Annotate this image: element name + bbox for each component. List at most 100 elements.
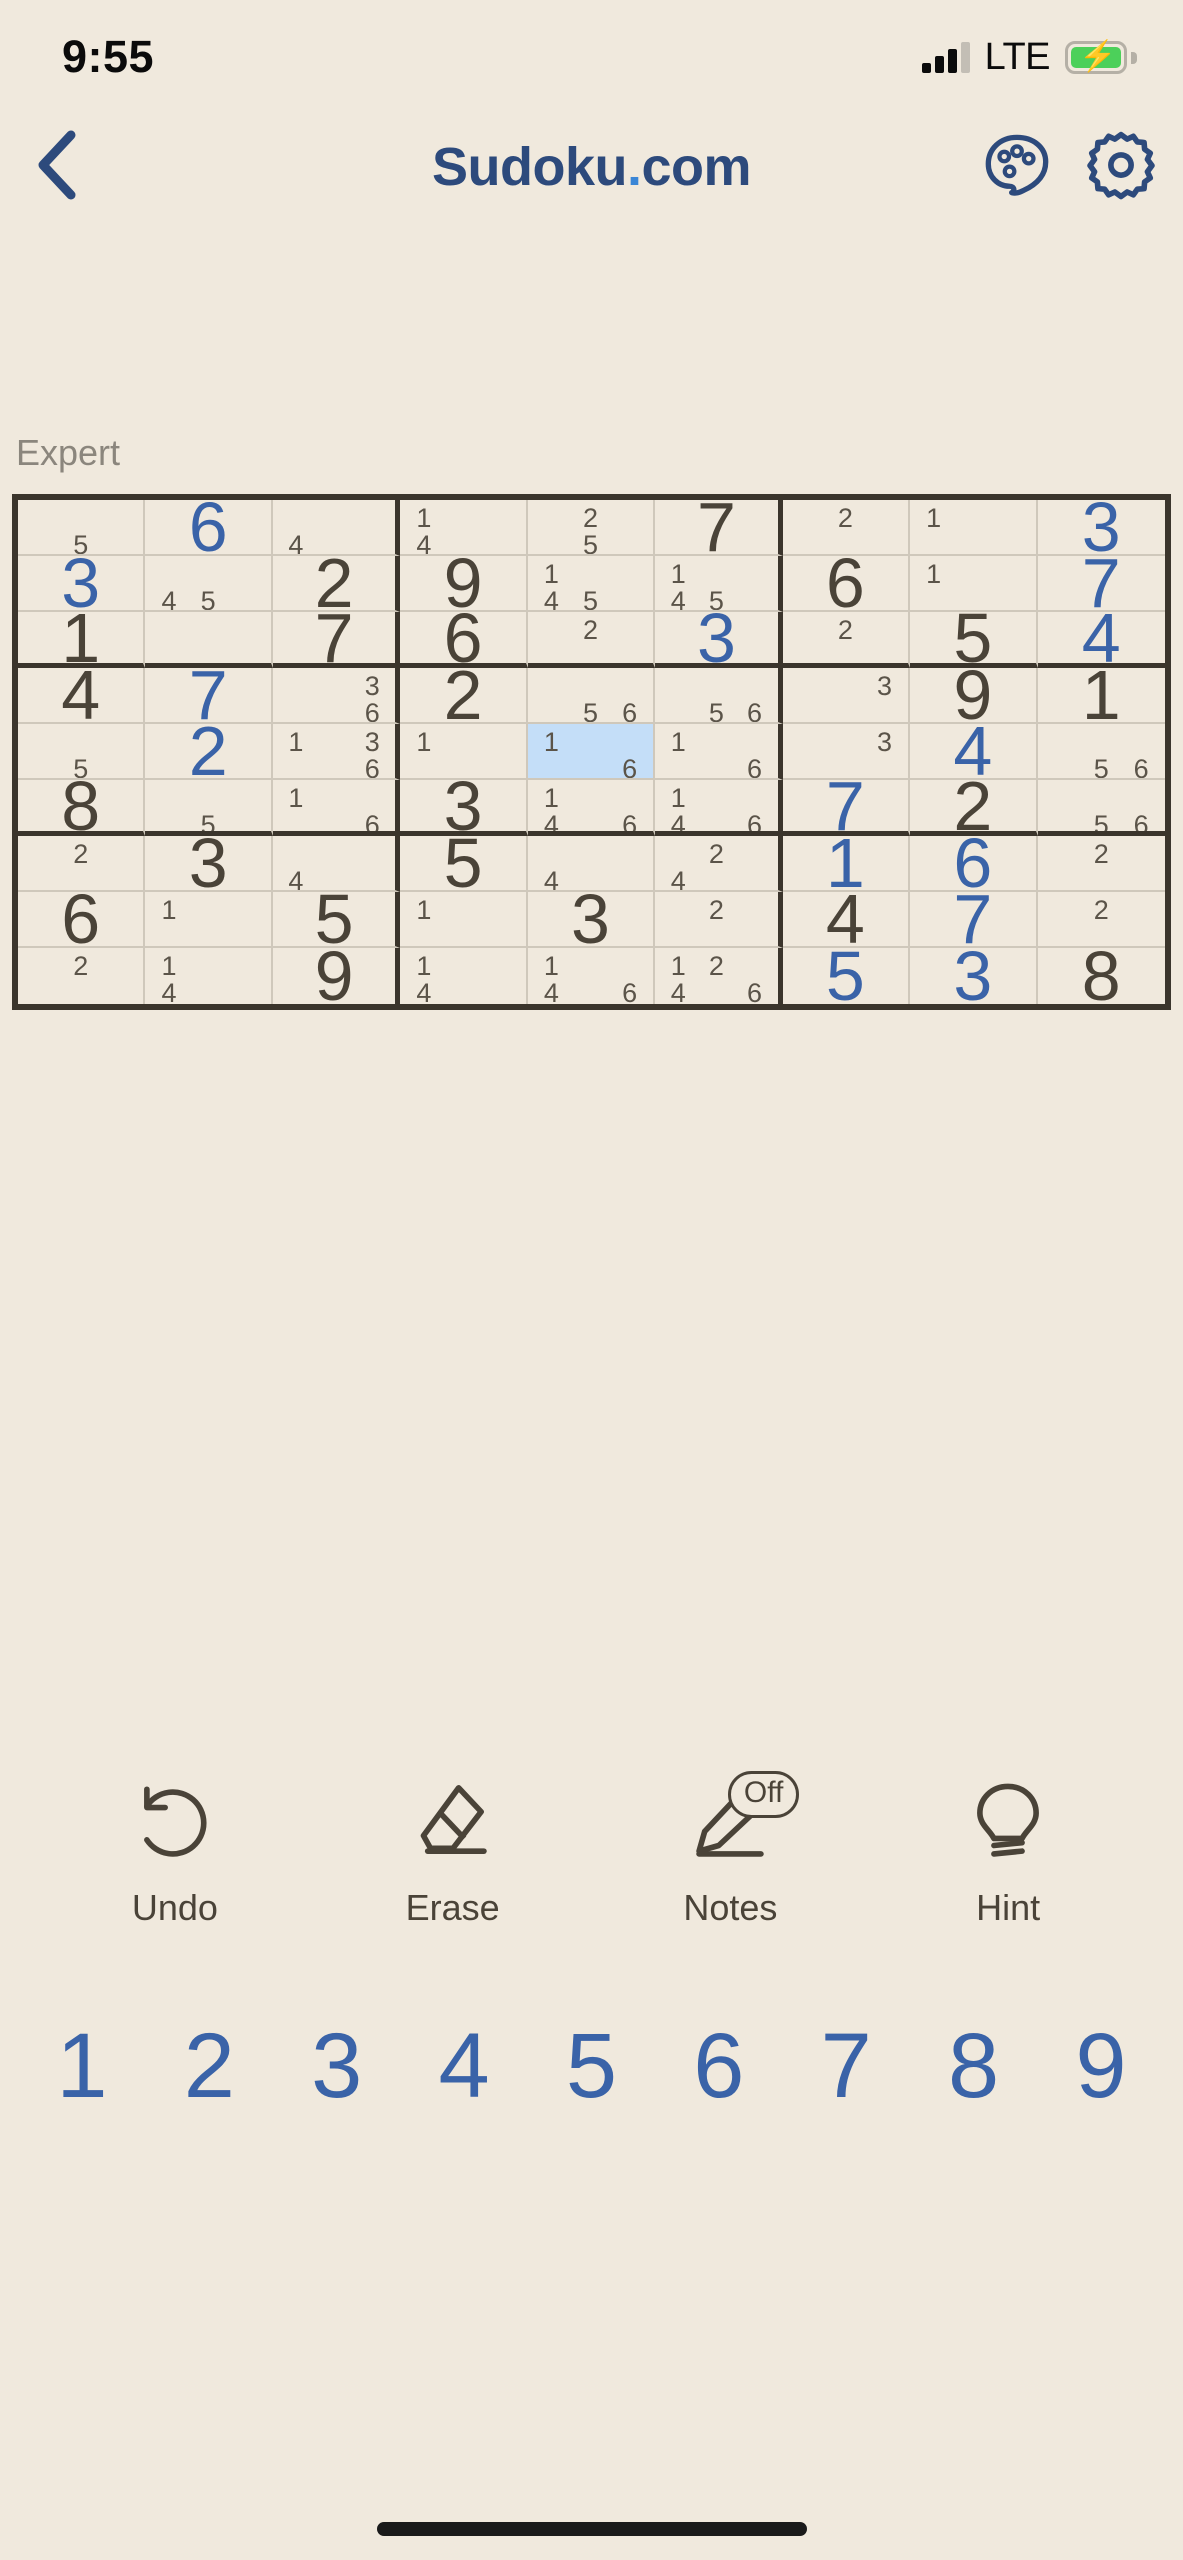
numpad-button-1[interactable]: 1: [28, 2020, 136, 2112]
sudoku-cell-r3c6[interactable]: 3: [655, 612, 783, 668]
sudoku-cell-r6c6[interactable]: 123456789: [655, 780, 783, 836]
erase-button[interactable]: Erase: [353, 1775, 553, 1929]
sudoku-cell-r1c3[interactable]: 123456789: [272, 500, 401, 556]
sudoku-cell-r6c3[interactable]: 123456789: [272, 780, 401, 836]
sudoku-cell-r2c6[interactable]: 123456789: [655, 556, 783, 612]
sudoku-cell-r9c2[interactable]: 123456789: [145, 948, 273, 1004]
numpad-button-8[interactable]: 8: [920, 2020, 1028, 2112]
sudoku-cell-r2c9[interactable]: 7: [1037, 556, 1165, 612]
sudoku-cell-r8c8[interactable]: 7: [910, 892, 1038, 948]
sudoku-cell-r9c5[interactable]: 123456789: [527, 948, 656, 1004]
sudoku-cell-r3c4[interactable]: 6: [400, 612, 528, 668]
numpad-button-6[interactable]: 6: [665, 2020, 773, 2112]
sudoku-cell-r1c8[interactable]: 123456789: [910, 500, 1038, 556]
sudoku-cell-r7c6[interactable]: 123456789: [655, 836, 783, 892]
sudoku-cell-r1c6[interactable]: 7: [655, 500, 783, 556]
sudoku-cell-r5c5[interactable]: 123456789: [527, 724, 656, 780]
sudoku-cell-r5c7[interactable]: 123456789: [782, 724, 911, 780]
sudoku-cell-r9c7[interactable]: 5: [782, 948, 911, 1004]
sudoku-cell-r8c2[interactable]: 123456789: [145, 892, 273, 948]
sudoku-cell-r7c3[interactable]: 123456789: [272, 836, 401, 892]
sudoku-cell-r7c9[interactable]: 123456789: [1037, 836, 1165, 892]
sudoku-cell-r8c5[interactable]: 3: [527, 892, 656, 948]
sudoku-cell-r9c6[interactable]: 123456789: [655, 948, 783, 1004]
notes-button[interactable]: Off Notes: [630, 1771, 830, 1929]
sudoku-cell-r2c4[interactable]: 9: [400, 556, 528, 612]
sudoku-cell-r4c3[interactable]: 123456789: [272, 668, 401, 724]
numpad-button-3[interactable]: 3: [283, 2020, 391, 2112]
sudoku-cell-r9c1[interactable]: 123456789: [18, 948, 146, 1004]
sudoku-board[interactable]: 1234567896123456789123456789123456789712…: [12, 494, 1171, 1010]
sudoku-cell-r2c3[interactable]: 2: [272, 556, 401, 612]
settings-button[interactable]: [1085, 131, 1157, 203]
sudoku-cell-r9c8[interactable]: 3: [910, 948, 1038, 1004]
sudoku-cell-r8c3[interactable]: 5: [272, 892, 401, 948]
sudoku-cell-r9c4[interactable]: 123456789: [400, 948, 528, 1004]
sudoku-cell-r8c9[interactable]: 123456789: [1037, 892, 1165, 948]
sudoku-cell-r8c1[interactable]: 6: [18, 892, 146, 948]
sudoku-cell-r2c8[interactable]: 123456789: [910, 556, 1038, 612]
sudoku-cell-r3c9[interactable]: 4: [1037, 612, 1165, 668]
back-button[interactable]: [16, 127, 96, 207]
numpad-button-9[interactable]: 9: [1047, 2020, 1155, 2112]
sudoku-cell-r5c4[interactable]: 123456789: [400, 724, 528, 780]
sudoku-cell-r4c8[interactable]: 9: [910, 668, 1038, 724]
sudoku-cell-r6c9[interactable]: 123456789: [1037, 780, 1165, 836]
sudoku-cell-r7c1[interactable]: 123456789: [18, 836, 146, 892]
undo-button[interactable]: Undo: [75, 1775, 275, 1929]
numpad-button-2[interactable]: 2: [155, 2020, 263, 2112]
sudoku-cell-r4c2[interactable]: 7: [145, 668, 273, 724]
sudoku-cell-r7c4[interactable]: 5: [400, 836, 528, 892]
sudoku-cell-r8c6[interactable]: 123456789: [655, 892, 783, 948]
sudoku-cell-r4c9[interactable]: 1: [1037, 668, 1165, 724]
numpad-button-7[interactable]: 7: [792, 2020, 900, 2112]
sudoku-cell-r3c8[interactable]: 5: [910, 612, 1038, 668]
sudoku-cell-r6c7[interactable]: 7: [782, 780, 911, 836]
theme-button[interactable]: [981, 131, 1053, 203]
sudoku-cell-r8c4[interactable]: 123456789: [400, 892, 528, 948]
sudoku-cell-r7c8[interactable]: 6: [910, 836, 1038, 892]
sudoku-cell-r6c4[interactable]: 3: [400, 780, 528, 836]
sudoku-cell-r5c8[interactable]: 4: [910, 724, 1038, 780]
sudoku-cell-r6c5[interactable]: 123456789: [527, 780, 656, 836]
sudoku-cell-r2c1[interactable]: 3: [18, 556, 146, 612]
sudoku-cell-r4c1[interactable]: 4: [18, 668, 146, 724]
sudoku-cell-r6c1[interactable]: 8: [18, 780, 146, 836]
sudoku-cell-r3c3[interactable]: 7: [272, 612, 401, 668]
hint-button[interactable]: Hint: [908, 1775, 1108, 1929]
sudoku-cell-r5c1[interactable]: 123456789: [18, 724, 146, 780]
sudoku-cell-r5c9[interactable]: 123456789: [1037, 724, 1165, 780]
numpad-button-4[interactable]: 4: [410, 2020, 518, 2112]
sudoku-cell-r8c7[interactable]: 4: [782, 892, 911, 948]
sudoku-cell-r2c7[interactable]: 6: [782, 556, 911, 612]
sudoku-cell-r9c3[interactable]: 9: [272, 948, 401, 1004]
sudoku-cell-r7c2[interactable]: 3: [145, 836, 273, 892]
sudoku-cell-r1c5[interactable]: 123456789: [527, 500, 656, 556]
notes-toggle-badge[interactable]: Off: [727, 1771, 800, 1818]
sudoku-cell-r3c2[interactable]: 123456789: [145, 612, 273, 668]
sudoku-cell-r1c2[interactable]: 6: [145, 500, 273, 556]
sudoku-cell-r2c2[interactable]: 123456789: [145, 556, 273, 612]
sudoku-cell-r1c4[interactable]: 123456789: [400, 500, 528, 556]
sudoku-cell-r1c1[interactable]: 123456789: [18, 500, 146, 556]
sudoku-cell-r1c9[interactable]: 3: [1037, 500, 1165, 556]
sudoku-cell-r7c7[interactable]: 1: [782, 836, 911, 892]
sudoku-cell-r4c5[interactable]: 123456789: [527, 668, 656, 724]
sudoku-cell-r4c6[interactable]: 123456789: [655, 668, 783, 724]
sudoku-cell-r1c7[interactable]: 123456789: [782, 500, 911, 556]
sudoku-cell-r4c7[interactable]: 123456789: [782, 668, 911, 724]
sudoku-cell-r6c8[interactable]: 2: [910, 780, 1038, 836]
sudoku-cell-r3c1[interactable]: 1: [18, 612, 146, 668]
sudoku-cell-r3c7[interactable]: 123456789: [782, 612, 911, 668]
numpad-button-5[interactable]: 5: [538, 2020, 646, 2112]
number-pad[interactable]: 123456789: [0, 2020, 1183, 2112]
sudoku-cell-r5c2[interactable]: 2: [145, 724, 273, 780]
sudoku-cell-r5c3[interactable]: 123456789: [272, 724, 401, 780]
sudoku-cell-r6c2[interactable]: 123456789: [145, 780, 273, 836]
sudoku-cell-r2c5[interactable]: 123456789: [527, 556, 656, 612]
sudoku-cell-r5c6[interactable]: 123456789: [655, 724, 783, 780]
sudoku-cell-r3c5[interactable]: 123456789: [527, 612, 656, 668]
sudoku-cell-r7c5[interactable]: 123456789: [527, 836, 656, 892]
sudoku-cell-r9c9[interactable]: 8: [1037, 948, 1165, 1004]
sudoku-cell-r4c4[interactable]: 2: [400, 668, 528, 724]
